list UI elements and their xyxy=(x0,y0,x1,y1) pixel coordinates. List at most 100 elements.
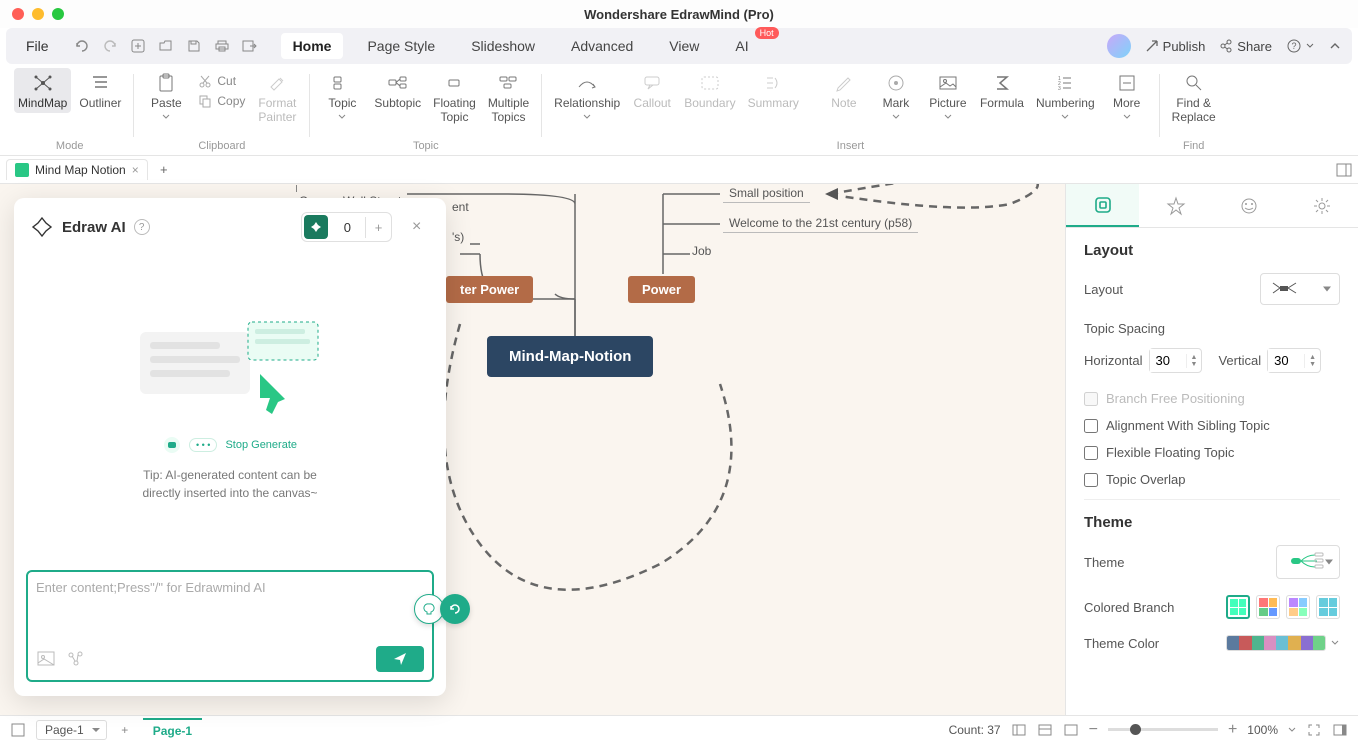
view-mode-3-icon[interactable] xyxy=(1063,722,1079,738)
relationship-button[interactable]: Relationship xyxy=(550,68,624,122)
doc-tab[interactable]: Mind Map Notion × xyxy=(6,159,148,180)
add-page-button[interactable]: + xyxy=(117,722,133,738)
node-welcome[interactable]: Welcome to the 21st century (p58) xyxy=(723,214,918,233)
spin-up[interactable]: ▲ xyxy=(1187,354,1202,361)
branch-swatch-3[interactable] xyxy=(1286,595,1310,619)
rtab-style[interactable] xyxy=(1139,184,1212,227)
ai-prompt-input[interactable] xyxy=(36,580,424,646)
zoom-out[interactable]: − xyxy=(1089,721,1098,739)
ai-refresh-button[interactable] xyxy=(440,594,470,624)
theme-select[interactable] xyxy=(1276,545,1340,579)
horizontal-input[interactable]: ▲▼ xyxy=(1149,348,1203,373)
node-small-pos[interactable]: Small position xyxy=(723,184,810,203)
find-replace-button[interactable]: Find & Replace xyxy=(1168,68,1220,127)
alignment-check[interactable]: Alignment With Sibling Topic xyxy=(1084,418,1340,433)
overlap-check[interactable]: Topic Overlap xyxy=(1084,472,1340,487)
redo-button[interactable] xyxy=(99,35,121,57)
publish-button[interactable]: Publish xyxy=(1145,39,1206,54)
zoom-slider[interactable] xyxy=(1108,728,1218,731)
share-button[interactable]: Share xyxy=(1219,39,1272,54)
boundary-button[interactable]: Boundary xyxy=(680,68,739,113)
tab-home[interactable]: Home xyxy=(281,33,344,59)
ai-send-button[interactable] xyxy=(376,646,424,672)
format-painter-button[interactable]: Format Painter xyxy=(253,68,301,127)
file-menu[interactable]: File xyxy=(16,34,59,58)
save-button[interactable] xyxy=(183,35,205,57)
ai-add-credits[interactable]: + xyxy=(365,217,391,238)
collapse-ribbon-button[interactable] xyxy=(1328,39,1342,53)
maximize-window-button[interactable] xyxy=(52,8,64,20)
spin-down[interactable]: ▼ xyxy=(1305,361,1320,368)
ai-image-icon[interactable] xyxy=(36,649,56,669)
tab-view[interactable]: View xyxy=(657,33,711,59)
picture-button[interactable]: Picture xyxy=(924,68,972,122)
page-list-icon[interactable] xyxy=(10,722,26,738)
ai-graph-icon[interactable] xyxy=(66,649,86,669)
branch-swatch-1[interactable] xyxy=(1226,595,1250,619)
fullscreen-icon[interactable] xyxy=(1306,722,1322,738)
spin-up[interactable]: ▲ xyxy=(1305,354,1320,361)
more-button[interactable]: More xyxy=(1103,68,1151,122)
user-avatar[interactable] xyxy=(1107,34,1131,58)
page-selector[interactable]: Page-1 xyxy=(36,720,107,740)
ai-stop-label[interactable]: Stop Generate xyxy=(225,439,297,451)
vertical-input[interactable]: ▲▼ xyxy=(1267,348,1321,373)
zoom-in[interactable]: + xyxy=(1228,721,1237,739)
rtab-icon[interactable] xyxy=(1212,184,1285,227)
tab-slideshow[interactable]: Slideshow xyxy=(459,33,547,59)
floating-topic-button[interactable]: Floating Topic xyxy=(429,68,480,127)
branch-swatch-4[interactable] xyxy=(1316,595,1340,619)
branch-free-check[interactable]: Branch Free Positioning xyxy=(1084,391,1340,406)
close-window-button[interactable] xyxy=(12,8,24,20)
paste-button[interactable]: Paste xyxy=(142,68,190,122)
mark-button[interactable]: Mark xyxy=(872,68,920,122)
view-mode-1-icon[interactable] xyxy=(1011,722,1027,738)
new-button[interactable] xyxy=(127,35,149,57)
panel-toggle-icon[interactable] xyxy=(1336,162,1352,178)
outliner-button[interactable]: Outliner xyxy=(75,68,125,113)
summary-button[interactable]: Summary xyxy=(744,68,803,113)
node-s[interactable]: 's) xyxy=(446,228,470,246)
node-central[interactable]: Mind-Map-Notion xyxy=(487,336,653,377)
close-tab-icon[interactable]: × xyxy=(132,163,139,177)
export-button[interactable] xyxy=(239,35,261,57)
print-button[interactable] xyxy=(211,35,233,57)
panel-right-icon[interactable] xyxy=(1332,722,1348,738)
zoom-dropdown-icon[interactable] xyxy=(1288,726,1296,734)
branch-swatch-2[interactable] xyxy=(1256,595,1280,619)
copy-button[interactable]: Copy xyxy=(194,92,249,110)
ai-help-icon[interactable]: ? xyxy=(134,219,150,235)
layout-select[interactable] xyxy=(1260,273,1340,305)
topic-button[interactable]: Topic xyxy=(318,68,366,122)
add-tab-button[interactable]: + xyxy=(154,160,174,180)
multiple-topics-button[interactable]: Multiple Topics xyxy=(484,68,533,127)
numbering-button[interactable]: 123Numbering xyxy=(1032,68,1099,122)
undo-button[interactable] xyxy=(71,35,93,57)
page-tab[interactable]: Page-1 xyxy=(143,718,202,742)
theme-color-swatch[interactable] xyxy=(1226,635,1326,651)
subtopic-button[interactable]: Subtopic xyxy=(370,68,425,113)
view-mode-2-icon[interactable] xyxy=(1037,722,1053,738)
node-ent[interactable]: ent xyxy=(446,198,475,216)
rtab-layout[interactable] xyxy=(1066,184,1139,227)
mindmap-button[interactable]: MindMap xyxy=(14,68,71,113)
callout-button[interactable]: Callout xyxy=(628,68,676,113)
tab-advanced[interactable]: Advanced xyxy=(559,33,645,59)
node-power[interactable]: Power xyxy=(628,276,695,303)
help-button[interactable]: ? xyxy=(1286,38,1314,54)
cut-button[interactable]: Cut xyxy=(194,72,249,90)
minimize-window-button[interactable] xyxy=(32,8,44,20)
spin-down[interactable]: ▼ xyxy=(1187,361,1202,368)
node-ter-power[interactable]: ter Power xyxy=(446,276,533,303)
flexible-check[interactable]: Flexible Floating Topic xyxy=(1084,445,1340,460)
chevron-down-icon[interactable] xyxy=(1330,638,1340,648)
node-job[interactable]: Job xyxy=(692,244,711,258)
rtab-settings[interactable] xyxy=(1285,184,1358,227)
open-button[interactable] xyxy=(155,35,177,57)
ai-close-button[interactable]: × xyxy=(412,218,430,236)
note-button[interactable]: Note xyxy=(820,68,868,113)
layout-value-icon xyxy=(1271,280,1299,298)
tab-ai[interactable]: AI Hot xyxy=(723,33,760,59)
formula-button[interactable]: Formula xyxy=(976,68,1028,113)
tab-page-style[interactable]: Page Style xyxy=(355,33,447,59)
